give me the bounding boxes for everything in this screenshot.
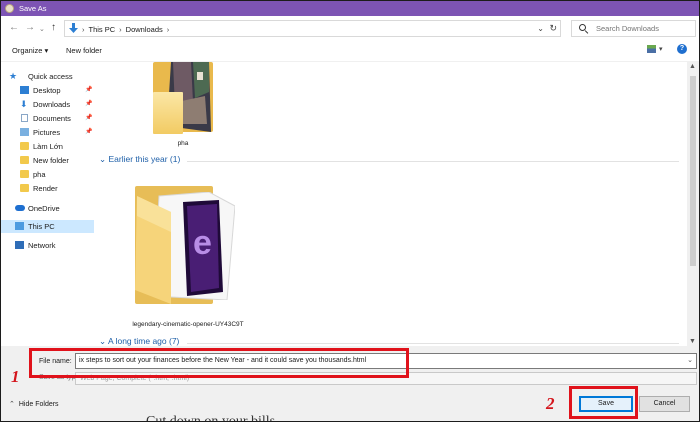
title-bar: Save As xyxy=(1,1,699,16)
sidebar-item-label: Pictures xyxy=(33,128,61,137)
breadcrumb-separator-icon: › xyxy=(119,25,122,34)
annotation-step-1: 1 xyxy=(11,367,20,386)
sidebar-item-downloads[interactable]: ⬇ Downloads 📌 xyxy=(1,98,94,111)
help-icon[interactable]: ? xyxy=(677,44,687,54)
downloads-arrow-icon xyxy=(69,23,78,33)
item-name: pha xyxy=(177,140,189,147)
breadcrumb-separator-icon: › xyxy=(82,25,85,34)
folder-item-legendary-cinematic-opener[interactable]: e legendary-cinematic-opener-UY43C9T xyxy=(123,180,253,330)
hide-folders-button[interactable]: ⌃ Hide Folders xyxy=(9,400,59,408)
scrollbar-thumb[interactable] xyxy=(690,76,696,266)
star-icon: ★ xyxy=(9,71,18,81)
address-bar[interactable]: › This PC › Downloads › ⌄ ↻ xyxy=(64,20,561,37)
group-divider xyxy=(187,343,679,344)
app-icon xyxy=(5,4,14,13)
sidebar-item-label: Render xyxy=(33,184,58,193)
organize-button[interactable]: Organize ▾ xyxy=(12,46,48,55)
folder-item-pha[interactable]: pha xyxy=(133,62,233,152)
change-view-icon[interactable] xyxy=(647,45,656,53)
sidebar-item-pictures[interactable]: Pictures 📌 xyxy=(1,126,94,139)
address-dropdown-chevron-icon[interactable]: ⌄ xyxy=(537,24,544,33)
sidebar-item-label: Network xyxy=(28,241,56,250)
pin-icon: 📌 xyxy=(85,101,93,107)
sidebar-item-quick-access[interactable]: ★ Quick access xyxy=(1,70,94,83)
sidebar-item-onedrive[interactable]: OneDrive xyxy=(1,202,94,215)
sidebar-item-label: OneDrive xyxy=(28,204,60,213)
file-list: pha ⌄ Earlier this year (1) e legendary-… xyxy=(95,62,687,346)
breadcrumb-this-pc[interactable]: This PC xyxy=(89,25,116,34)
vertical-scrollbar[interactable]: ▲ ▼ xyxy=(687,62,699,346)
desktop-icon xyxy=(20,86,29,94)
forward-arrow-icon[interactable]: → xyxy=(25,23,35,33)
background-page-text: Cut down on your bills xyxy=(146,414,276,422)
breadcrumb-separator-icon: › xyxy=(166,25,170,34)
pin-icon: 📌 xyxy=(85,115,93,121)
sidebar-item-label: New folder xyxy=(33,156,69,165)
refresh-icon[interactable]: ↻ xyxy=(549,23,557,34)
chevron-up-icon: ⌃ xyxy=(9,401,15,408)
navigation-pane: ★ Quick access Desktop 📌 ⬇ Downloads 📌 D… xyxy=(1,62,94,346)
folder-icon xyxy=(20,156,29,164)
folder-icon xyxy=(20,184,29,192)
sidebar-item-label: Downloads xyxy=(33,100,71,109)
sidebar-item-lam-lon[interactable]: Làm Lớn xyxy=(1,140,94,153)
sidebar-item-render[interactable]: Render xyxy=(1,182,94,195)
annotation-box-save xyxy=(569,386,638,419)
sidebar-item-label: Làm Lớn xyxy=(33,142,63,151)
recent-locations-chevron-icon[interactable]: ⌄ xyxy=(39,25,45,35)
search-box[interactable] xyxy=(571,20,696,37)
pin-icon: 📌 xyxy=(85,87,93,93)
sidebar-item-desktop[interactable]: Desktop 📌 xyxy=(1,84,94,97)
network-icon xyxy=(15,241,24,249)
pin-icon: 📌 xyxy=(85,129,93,135)
search-input[interactable] xyxy=(596,23,692,34)
new-folder-button[interactable]: New folder xyxy=(66,46,102,55)
cancel-button[interactable]: Cancel xyxy=(639,396,690,412)
this-pc-icon xyxy=(15,222,24,230)
sidebar-item-this-pc[interactable]: This PC xyxy=(1,220,94,233)
hide-folders-label: Hide Folders xyxy=(18,401,59,408)
sidebar-item-label: Desktop xyxy=(33,86,61,95)
annotation-box-file-name xyxy=(29,348,409,378)
up-arrow-icon[interactable]: ↑ xyxy=(51,23,56,33)
breadcrumb-downloads[interactable]: Downloads xyxy=(126,25,163,34)
svg-text:e: e xyxy=(193,224,212,262)
scroll-up-arrow-icon[interactable]: ▲ xyxy=(689,63,696,70)
search-icon xyxy=(579,24,586,31)
sidebar-item-documents[interactable]: Documents 📌 xyxy=(1,112,94,125)
group-divider xyxy=(187,161,679,162)
sidebar-item-label: Quick access xyxy=(28,72,73,81)
back-arrow-icon[interactable]: ← xyxy=(9,23,19,33)
chevron-down-icon: ⌄ xyxy=(99,336,107,346)
sidebar-item-pha[interactable]: pha xyxy=(1,168,94,181)
annotation-step-2: 2 xyxy=(546,394,555,413)
sidebar-item-network[interactable]: Network xyxy=(1,239,94,252)
item-name: legendary-cinematic-opener-UY43C9T xyxy=(132,321,244,328)
group-header-label: Earlier this year (1) xyxy=(108,154,181,164)
pictures-icon xyxy=(20,128,29,136)
documents-icon xyxy=(21,114,28,122)
onedrive-icon xyxy=(15,205,25,211)
folder-icon xyxy=(153,92,183,134)
group-header-label: A long time ago (7) xyxy=(108,336,180,346)
download-icon: ⬇ xyxy=(20,99,28,109)
breadcrumb: › This PC › Downloads › xyxy=(82,25,169,34)
window-title: Save As xyxy=(19,4,47,13)
command-bar: Organize ▾ New folder ▾ ? xyxy=(1,41,699,62)
folder-icon xyxy=(20,142,29,150)
sidebar-item-label: Documents xyxy=(33,114,71,123)
sidebar-item-label: This PC xyxy=(28,222,55,231)
folder-icon xyxy=(20,170,29,178)
save-as-dialog: Save As ← → ⌄ ↑ › This PC › Downloads › … xyxy=(0,0,700,422)
file-name-dropdown-icon[interactable]: ⌄ xyxy=(687,356,693,364)
scroll-down-arrow-icon[interactable]: ▼ xyxy=(689,338,696,345)
folder-front-icon xyxy=(135,196,171,304)
chevron-down-icon: ⌄ xyxy=(99,154,107,164)
view-options-chevron-icon[interactable]: ▾ xyxy=(659,45,663,53)
sidebar-item-label: pha xyxy=(33,170,46,179)
group-header-earlier-this-year[interactable]: ⌄ Earlier this year (1) xyxy=(99,154,180,165)
sidebar-item-new-folder[interactable]: New folder xyxy=(1,154,94,167)
